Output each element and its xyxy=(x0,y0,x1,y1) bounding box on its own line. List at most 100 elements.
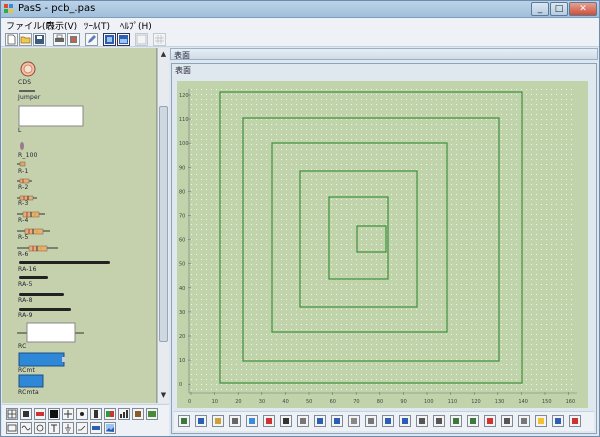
tool-cross-button[interactable] xyxy=(62,408,74,420)
rect-icon xyxy=(7,424,17,432)
cds-part[interactable] xyxy=(20,61,36,77)
x-tick-label: 50 xyxy=(306,399,312,405)
y-tick-label: 20 xyxy=(179,334,185,340)
pad-icon xyxy=(266,418,272,424)
scroll-up-icon[interactable]: ▲ xyxy=(159,50,168,59)
ra9-part[interactable] xyxy=(19,308,71,311)
grid-button[interactable] xyxy=(365,415,377,427)
y-tick-label: 40 xyxy=(179,286,185,292)
tool-image-button[interactable] xyxy=(104,422,116,434)
tool-button-5[interactable] xyxy=(67,33,80,46)
tool-dot-button[interactable] xyxy=(76,408,88,420)
wire-icon xyxy=(232,418,238,424)
r100-part[interactable] xyxy=(20,142,24,150)
component-button[interactable] xyxy=(195,415,207,427)
minimize-button[interactable]: _ xyxy=(531,2,549,16)
tool-switch-button[interactable] xyxy=(76,422,88,434)
parts-scrollbar[interactable]: ▲ ▼ xyxy=(157,48,169,403)
open-file-button[interactable] xyxy=(19,33,32,46)
tool-black-button[interactable] xyxy=(48,408,60,420)
y-tick-label: 10 xyxy=(179,358,185,364)
part-label-ra16: RA-16 xyxy=(18,266,37,273)
x-tick-label: 10 xyxy=(212,399,218,405)
r1-part[interactable] xyxy=(17,161,26,167)
scroll-down-icon[interactable]: ▼ xyxy=(159,391,168,400)
select-button[interactable] xyxy=(212,415,224,427)
pad-button[interactable] xyxy=(263,415,275,427)
tool-board-button[interactable] xyxy=(146,408,158,420)
scroll-thumb[interactable] xyxy=(159,106,168,342)
close-button[interactable]: ✕ xyxy=(569,2,597,16)
tool-label-button[interactable] xyxy=(90,422,102,434)
tool-chart-button[interactable] xyxy=(118,408,130,420)
tool-coil-button[interactable] xyxy=(34,422,46,434)
undo-button[interactable] xyxy=(450,415,462,427)
wire-button[interactable] xyxy=(229,415,241,427)
y-tick-label: 100 xyxy=(179,141,189,147)
measure-button[interactable] xyxy=(297,415,309,427)
tool-wave-button[interactable] xyxy=(20,422,32,434)
outer-child-window[interactable]: 表面 xyxy=(170,48,598,60)
tool-button-9[interactable] xyxy=(135,33,148,46)
ra16-part[interactable] xyxy=(19,261,110,264)
menu-tools[interactable]: ﾂｰﾙ(T) xyxy=(84,19,110,32)
r2-part[interactable] xyxy=(17,178,32,184)
tool-led-button[interactable] xyxy=(104,408,116,420)
x-tick-label: 40 xyxy=(282,399,288,405)
via-button[interactable] xyxy=(246,415,258,427)
copy-button[interactable] xyxy=(416,415,428,427)
view-bottom-button[interactable] xyxy=(117,33,130,46)
led-icon xyxy=(106,411,114,417)
wave-icon xyxy=(21,425,31,431)
x-tick-label: 150 xyxy=(542,399,552,405)
redo-button[interactable] xyxy=(467,415,479,427)
paste-button[interactable] xyxy=(433,415,445,427)
tool-select-button[interactable] xyxy=(6,408,18,420)
tool-ground-button[interactable] xyxy=(62,422,74,434)
help-button[interactable] xyxy=(569,415,581,427)
tool-button-6[interactable] xyxy=(85,33,98,46)
pcb-board[interactable]: 12011010090807060504030201000 10 20 30 40 50 6… xyxy=(177,81,588,408)
new-file-button[interactable] xyxy=(5,33,18,46)
l-part[interactable] xyxy=(18,105,84,127)
x-tick-label: 0 xyxy=(188,399,191,405)
tool-ic-button[interactable] xyxy=(90,408,102,420)
color-button[interactable] xyxy=(535,415,547,427)
grid-icon xyxy=(136,34,147,45)
select-icon xyxy=(215,418,221,424)
menu-view[interactable]: 表示(V) xyxy=(46,19,77,32)
save-button[interactable] xyxy=(33,33,46,46)
tool-rect-button[interactable] xyxy=(6,422,18,434)
layer-top-icon xyxy=(385,418,391,424)
zoom-out-button[interactable] xyxy=(331,415,343,427)
tool-text-button[interactable] xyxy=(48,422,60,434)
rcmt-part[interactable] xyxy=(18,352,66,367)
cursor-button[interactable] xyxy=(178,415,190,427)
export-button[interactable] xyxy=(552,415,564,427)
layer-top-button[interactable] xyxy=(382,415,394,427)
rcmta-part[interactable] xyxy=(18,374,44,388)
ra8-part[interactable] xyxy=(19,293,64,296)
view-top-button[interactable] xyxy=(103,33,116,46)
text-button[interactable] xyxy=(280,415,292,427)
fit-button[interactable] xyxy=(348,415,360,427)
palette-tools xyxy=(2,404,169,436)
maximize-button[interactable]: □ xyxy=(550,2,568,16)
layer-bottom-button[interactable] xyxy=(399,415,411,427)
ra5-part[interactable] xyxy=(19,276,48,279)
print-button[interactable] xyxy=(501,415,513,427)
tool-button-10[interactable] xyxy=(153,33,166,46)
title-bar[interactable]: PasS - pcb_.pas _ □ ✕ xyxy=(1,1,599,18)
text-icon xyxy=(51,424,57,432)
tool-chip-button[interactable] xyxy=(20,408,32,420)
new-file-icon xyxy=(7,34,16,45)
zoom-in-button[interactable] xyxy=(314,415,326,427)
delete-button[interactable] xyxy=(484,415,496,427)
settings-button[interactable] xyxy=(518,415,530,427)
menu-help[interactable]: ﾍﾙﾌﾟ(H) xyxy=(120,19,152,32)
tool-part-button[interactable] xyxy=(132,408,144,420)
rc-part[interactable] xyxy=(17,322,84,343)
print-button[interactable] xyxy=(53,33,66,46)
export-icon xyxy=(555,418,561,424)
tool-connector-button[interactable] xyxy=(34,408,46,420)
